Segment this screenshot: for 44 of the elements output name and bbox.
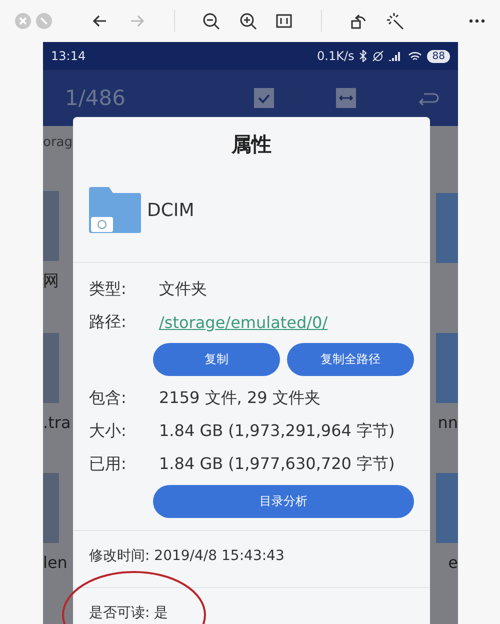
file-tile[interactable] [43,473,59,543]
zoom-out-icon[interactable] [202,12,220,30]
dialog-title: 属性 [230,131,272,158]
file-name: nn [438,413,458,432]
network-speed: 0.1K/s [317,49,354,63]
status-time: 13:14 [51,49,86,63]
action-button[interactable]: 目录分析 [153,485,414,518]
action-button[interactable]: 复制 [153,343,280,376]
action-button[interactable]: 复制全路径 [287,343,414,376]
magic-wand-icon[interactable] [386,12,404,30]
close-icon[interactable] [14,12,32,30]
checkbox-icon[interactable] [252,86,276,110]
minimize-icon[interactable] [34,12,53,30]
rotate-icon[interactable] [350,12,368,30]
file-tile[interactable] [436,333,458,403]
path-link[interactable]: /storage/emulated/0/ [159,313,328,332]
property-value: 文件夹 [159,279,207,300]
property-value: 2159 文件, 29 文件夹 [159,388,320,409]
property-line: 是否可读: 是 [89,604,168,622]
file-tile[interactable] [436,193,458,263]
folder-name: DCIM [147,200,194,220]
wifi-icon [408,50,422,62]
zoom-in-icon[interactable] [238,12,257,30]
property-label: 已用: [89,454,128,475]
file-name: len [43,553,68,572]
file-tile[interactable] [43,333,59,403]
property-value: 1.84 GB (1,973,291,964 字节) [159,421,395,442]
property-value: 1.84 GB (1,977,630,720 字节) [159,454,395,475]
property-label: 路径: [89,312,128,333]
bluetooth-icon [359,50,368,62]
file-name: e [448,553,458,572]
property-line: 修改时间: 2019/4/8 15:43:43 [89,547,284,565]
property-label: 大小: [89,421,128,442]
page-counter: 1/486 [65,86,127,110]
folder-camera-icon [89,187,141,233]
actual-size-icon[interactable] [275,12,294,30]
file-tile[interactable] [436,473,458,543]
breadcrumb-path: orag [43,134,73,150]
file-tile[interactable] [43,191,59,261]
property-label: 包含: [89,388,128,409]
property-label: 类型: [89,279,128,300]
file-name: .tra [43,413,71,432]
file-name: 网 [43,271,59,292]
battery-indicator: 88 [427,50,450,62]
